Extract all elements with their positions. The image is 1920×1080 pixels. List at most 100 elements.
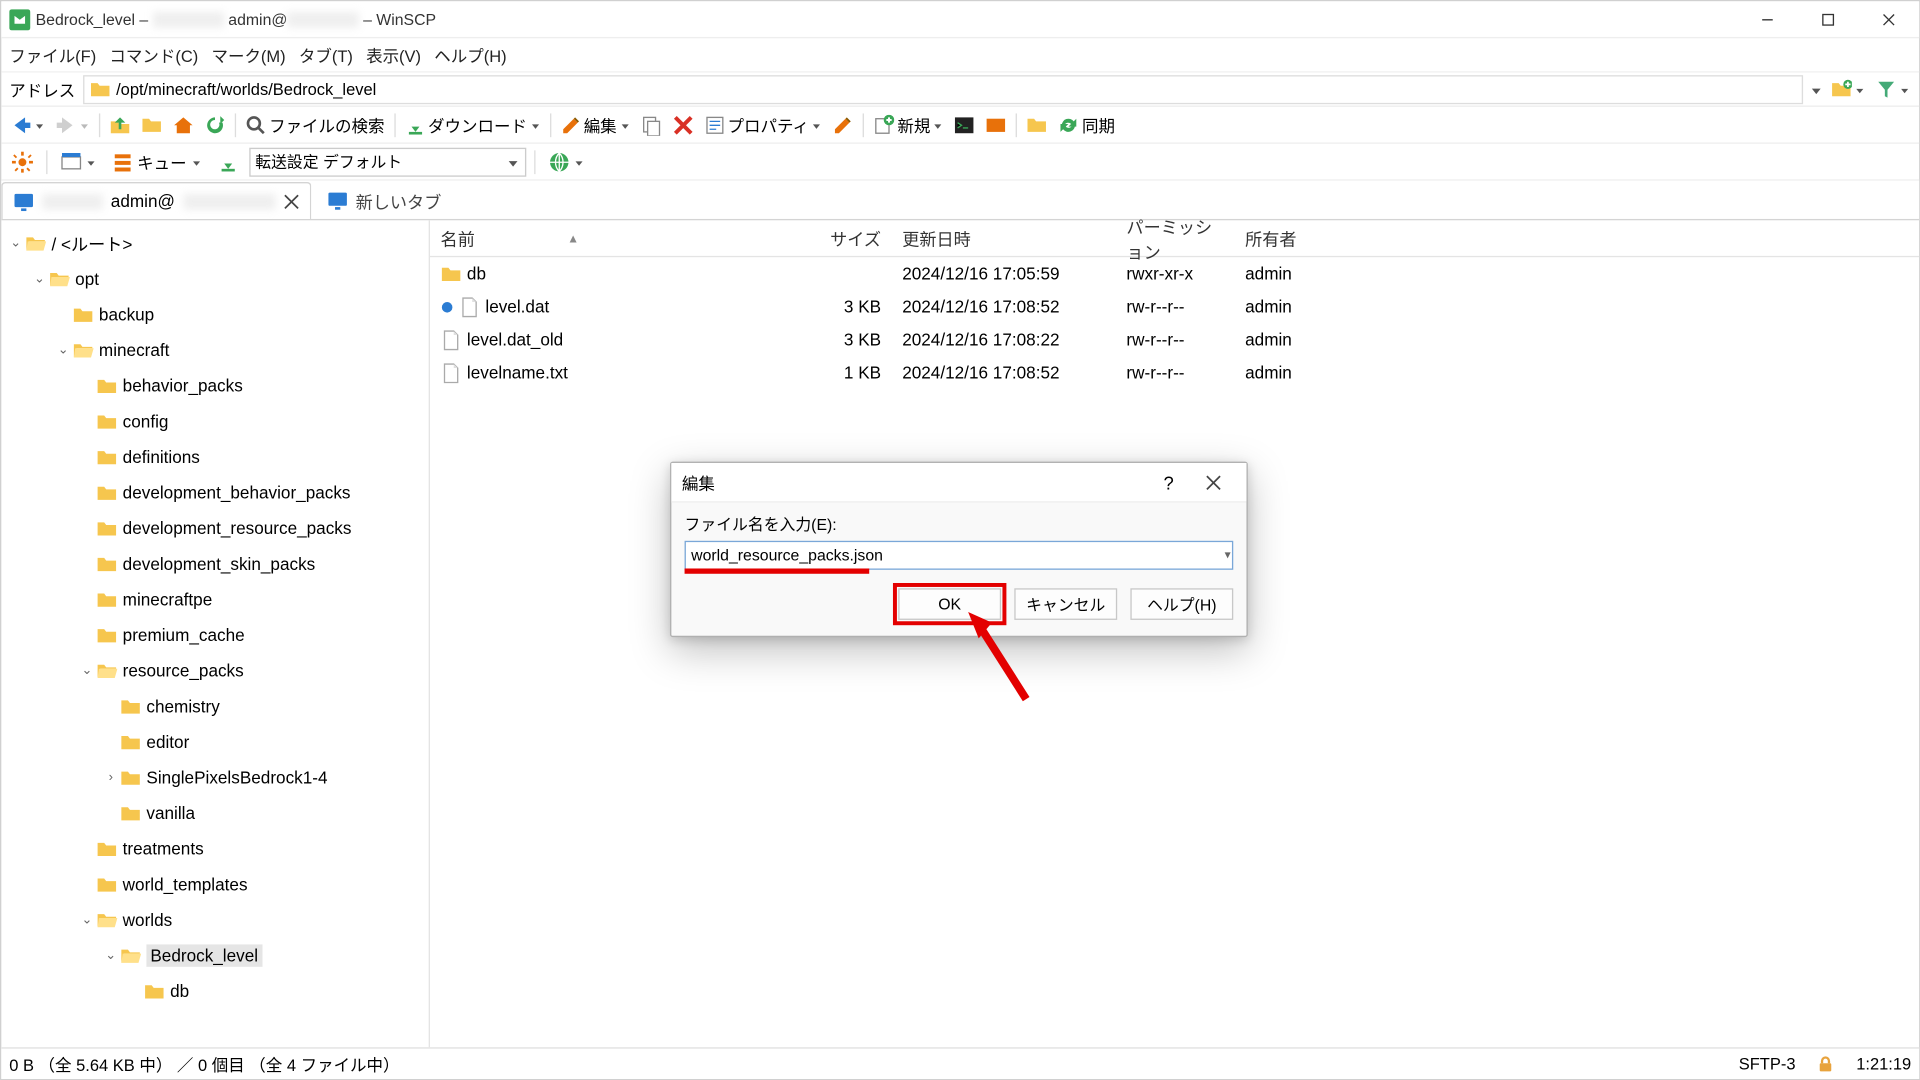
- file-icon: [441, 362, 462, 383]
- preferences-button[interactable]: [7, 147, 39, 176]
- cancel-button[interactable]: キャンセル: [1014, 588, 1117, 620]
- filename-label: ファイル名を入力(E):: [685, 513, 1234, 535]
- copy-button[interactable]: [636, 109, 665, 141]
- file-size: 3 KB: [813, 330, 892, 350]
- transfer-settings-combo[interactable]: 転送設定 デフォルト: [249, 147, 526, 176]
- expander-open-icon[interactable]: ⌄: [54, 343, 72, 358]
- expander-closed-icon[interactable]: ›: [102, 770, 120, 785]
- tree-item[interactable]: minecraftpe: [1, 582, 428, 618]
- tree-item[interactable]: config: [1, 404, 428, 440]
- session-tab-active[interactable]: admin@: [1, 182, 310, 219]
- terminal-button[interactable]: [950, 109, 979, 141]
- directory-tree[interactable]: ⌄ / <ルート> ⌄optbackup⌄minecraft behavior_pac…: [1, 220, 430, 1047]
- chevron-down-icon[interactable]: ▾: [1225, 548, 1231, 563]
- folder-icon: [120, 696, 141, 717]
- tree-item[interactable]: vanilla: [1, 795, 428, 831]
- new-button[interactable]: 新規: [870, 109, 948, 141]
- delete-button[interactable]: [668, 109, 697, 141]
- tree-item[interactable]: ⌄ / <ルート>: [1, 226, 428, 262]
- tree-item[interactable]: ⌄opt: [1, 261, 428, 297]
- menu-file[interactable]: ファイル(F): [9, 42, 96, 67]
- tree-item[interactable]: ⌄worlds: [1, 902, 428, 938]
- menu-mark[interactable]: マーク(M): [211, 42, 285, 67]
- file-row[interactable]: db2024/12/16 17:05:59rwxr-xr-xadmin: [430, 257, 1919, 290]
- sync-browse-button[interactable]: [1023, 109, 1052, 141]
- tree-item-label: behavior_packs: [123, 376, 243, 396]
- expander-open-icon[interactable]: ⌄: [102, 948, 120, 963]
- tree-item[interactable]: ⌄ Bedrock_level: [1, 938, 428, 974]
- refresh-button[interactable]: [200, 109, 229, 141]
- dialog-close-button[interactable]: [1191, 465, 1236, 499]
- web-button[interactable]: [543, 147, 589, 176]
- menu-tab[interactable]: タブ(T): [299, 42, 353, 67]
- new-tab-button[interactable]: 新しいタブ: [313, 182, 454, 219]
- close-button[interactable]: [1858, 1, 1919, 38]
- workspace-button[interactable]: [55, 147, 101, 176]
- misc-button[interactable]: [829, 109, 858, 141]
- find-files-button[interactable]: ファイルの検索: [241, 109, 388, 141]
- close-tab-icon[interactable]: [283, 193, 299, 209]
- tree-item[interactable]: premium_cache: [1, 617, 428, 653]
- download-button[interactable]: ダウンロード: [400, 109, 544, 141]
- properties-button[interactable]: プロパティ: [700, 109, 826, 141]
- status-selection: 0 B （全 5.64 KB 中） ／ 0 個目 （全 4 ファイル中）: [9, 1051, 399, 1076]
- home-button[interactable]: [169, 109, 198, 141]
- tree-item[interactable]: development_skin_packs: [1, 546, 428, 582]
- tree-item[interactable]: ⌄resource_packs: [1, 653, 428, 689]
- tree-item-label: / <ルート>: [51, 231, 132, 256]
- expander-open-icon[interactable]: ⌄: [30, 272, 48, 287]
- tree-item-label: premium_cache: [123, 625, 245, 645]
- folder-icon: [96, 553, 117, 574]
- expander-open-icon[interactable]: ⌄: [78, 913, 96, 928]
- tree-item[interactable]: definitions: [1, 439, 428, 475]
- ok-button[interactable]: OK: [898, 588, 1001, 620]
- tree-item[interactable]: ›SinglePixelsBedrock1-4: [1, 760, 428, 796]
- filter-button[interactable]: [1872, 73, 1914, 105]
- tree-item[interactable]: chemistry: [1, 689, 428, 725]
- sync-button[interactable]: 同期: [1054, 109, 1119, 141]
- tree-item[interactable]: ⌄minecraft: [1, 332, 428, 368]
- maximize-button[interactable]: [1798, 1, 1859, 38]
- file-list-header[interactable]: 名前▲ サイズ 更新日時 パーミッション 所有者: [430, 220, 1919, 257]
- filename-input[interactable]: [685, 541, 1234, 570]
- toggle-button[interactable]: [982, 109, 1011, 141]
- file-row[interactable]: levelname.txt1 KB2024/12/16 17:08:52rw-r…: [430, 356, 1919, 389]
- forward-button[interactable]: [51, 109, 93, 141]
- tree-item[interactable]: backup: [1, 297, 428, 333]
- file-date: 2024/12/16 17:05:59: [892, 264, 1116, 284]
- folder-icon: [96, 518, 117, 539]
- tree-item[interactable]: development_resource_packs: [1, 510, 428, 546]
- tree-item[interactable]: db: [1, 973, 428, 1009]
- minimize-button[interactable]: [1737, 1, 1798, 38]
- file-list[interactable]: db2024/12/16 17:05:59rwxr-xr-xadminlevel…: [430, 257, 1919, 1047]
- transfer-settings-icon[interactable]: [212, 147, 244, 176]
- file-row[interactable]: level.dat3 KB2024/12/16 17:08:52rw-r--r-…: [430, 290, 1919, 323]
- expander-open-icon[interactable]: ⌄: [78, 663, 96, 678]
- expander-open-icon[interactable]: ⌄: [7, 236, 25, 251]
- back-button[interactable]: [7, 109, 49, 141]
- queue-button[interactable]: キュー: [107, 147, 207, 176]
- file-owner: admin: [1235, 330, 1314, 350]
- parent-dir-button[interactable]: [106, 109, 135, 141]
- folder-icon: [120, 945, 141, 966]
- tree-item-label: Bedrock_level: [146, 944, 262, 966]
- tree-item-label: treatments: [123, 839, 204, 859]
- tree-item[interactable]: treatments: [1, 831, 428, 867]
- edit-button[interactable]: 編集: [556, 109, 634, 141]
- address-dropdown[interactable]: [1808, 75, 1824, 104]
- tree-item[interactable]: world_templates: [1, 867, 428, 903]
- dialog-help-button[interactable]: ?: [1146, 465, 1191, 499]
- file-row[interactable]: level.dat_old3 KB2024/12/16 17:08:22rw-r…: [430, 323, 1919, 356]
- tree-item[interactable]: development_behavior_packs: [1, 475, 428, 511]
- menu-view[interactable]: 表示(V): [366, 42, 421, 67]
- menu-command[interactable]: コマンド(C): [109, 42, 198, 67]
- root-button[interactable]: [137, 109, 166, 141]
- menu-help[interactable]: ヘルプ(H): [434, 42, 506, 67]
- folder-icon: [441, 263, 462, 284]
- help-button[interactable]: ヘルプ(H): [1130, 588, 1233, 620]
- new-folder-button[interactable]: [1827, 73, 1869, 105]
- tree-item[interactable]: behavior_packs: [1, 368, 428, 404]
- address-field[interactable]: /opt/minecraft/worlds/Bedrock_level: [83, 75, 1803, 104]
- titlebar: Bedrock_level – admin@ – WinSCP: [1, 1, 1919, 38]
- tree-item[interactable]: editor: [1, 724, 428, 760]
